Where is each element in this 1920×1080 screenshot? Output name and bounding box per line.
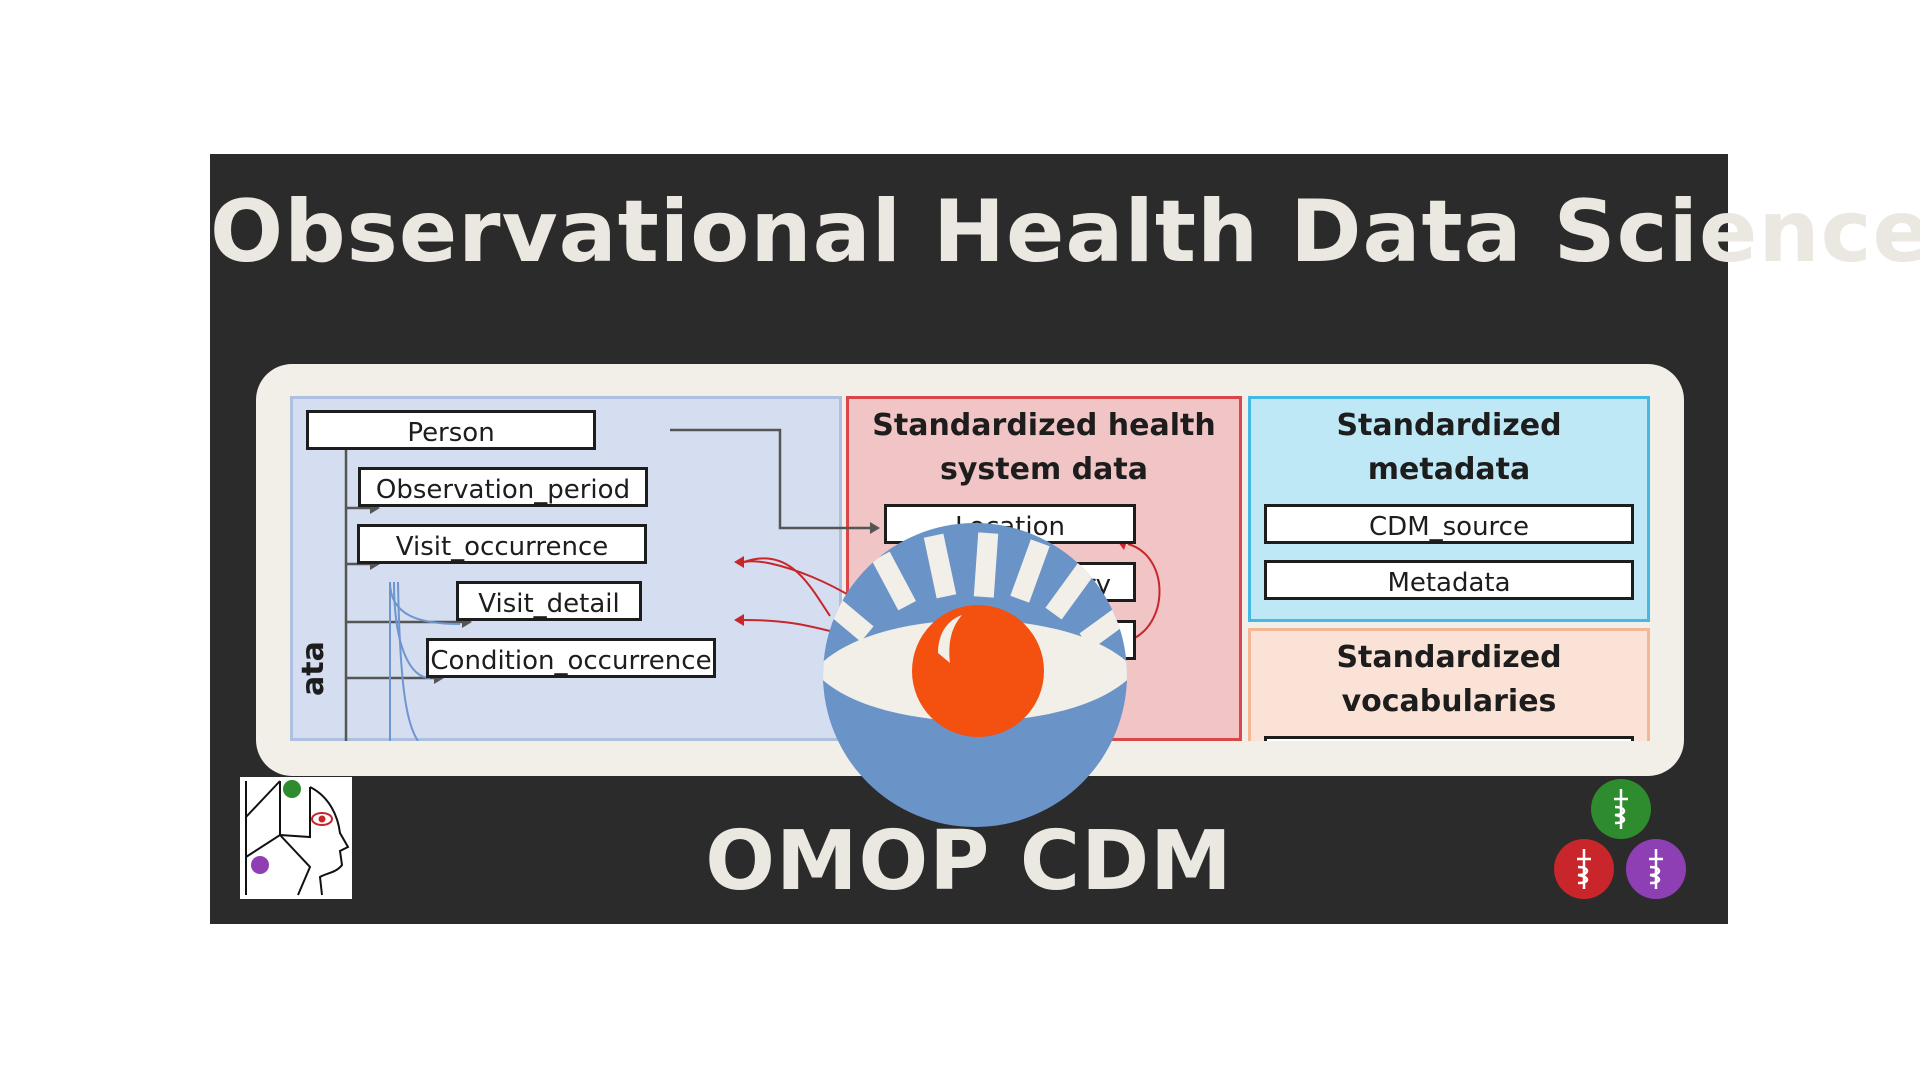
head-profile-logo-icon — [240, 777, 352, 899]
clinical-data-side-label: ata — [296, 641, 331, 696]
health-system-title-1: Standardized health — [872, 408, 1216, 443]
page-subtitle: OMOP CDM — [705, 814, 1233, 909]
vocabularies-title-1: Standardized — [1336, 640, 1562, 675]
caduceus-icon — [1554, 779, 1686, 899]
page-title: Observational Health Data Science — [210, 182, 1920, 282]
person-table: Person — [306, 410, 596, 450]
metadata-table: Metadata — [1264, 560, 1634, 600]
metadata-title-1: Standardized — [1336, 408, 1562, 443]
condition-occurrence-table: Condition_occurrence — [426, 638, 716, 678]
observation-period-table: Observation_period — [358, 467, 648, 507]
visit-occurrence-table: Visit_occurrence — [357, 524, 647, 564]
visit-detail-table: Visit_detail — [456, 581, 642, 621]
concept-table — [1264, 736, 1634, 741]
metadata-title-2: metadata — [1367, 452, 1531, 487]
vocabularies-title-2: vocabularies — [1341, 684, 1557, 719]
cdm-source-table: CDM_source — [1264, 504, 1634, 544]
health-system-title-2: system data — [940, 452, 1148, 487]
eye-logo-icon — [823, 523, 1127, 827]
